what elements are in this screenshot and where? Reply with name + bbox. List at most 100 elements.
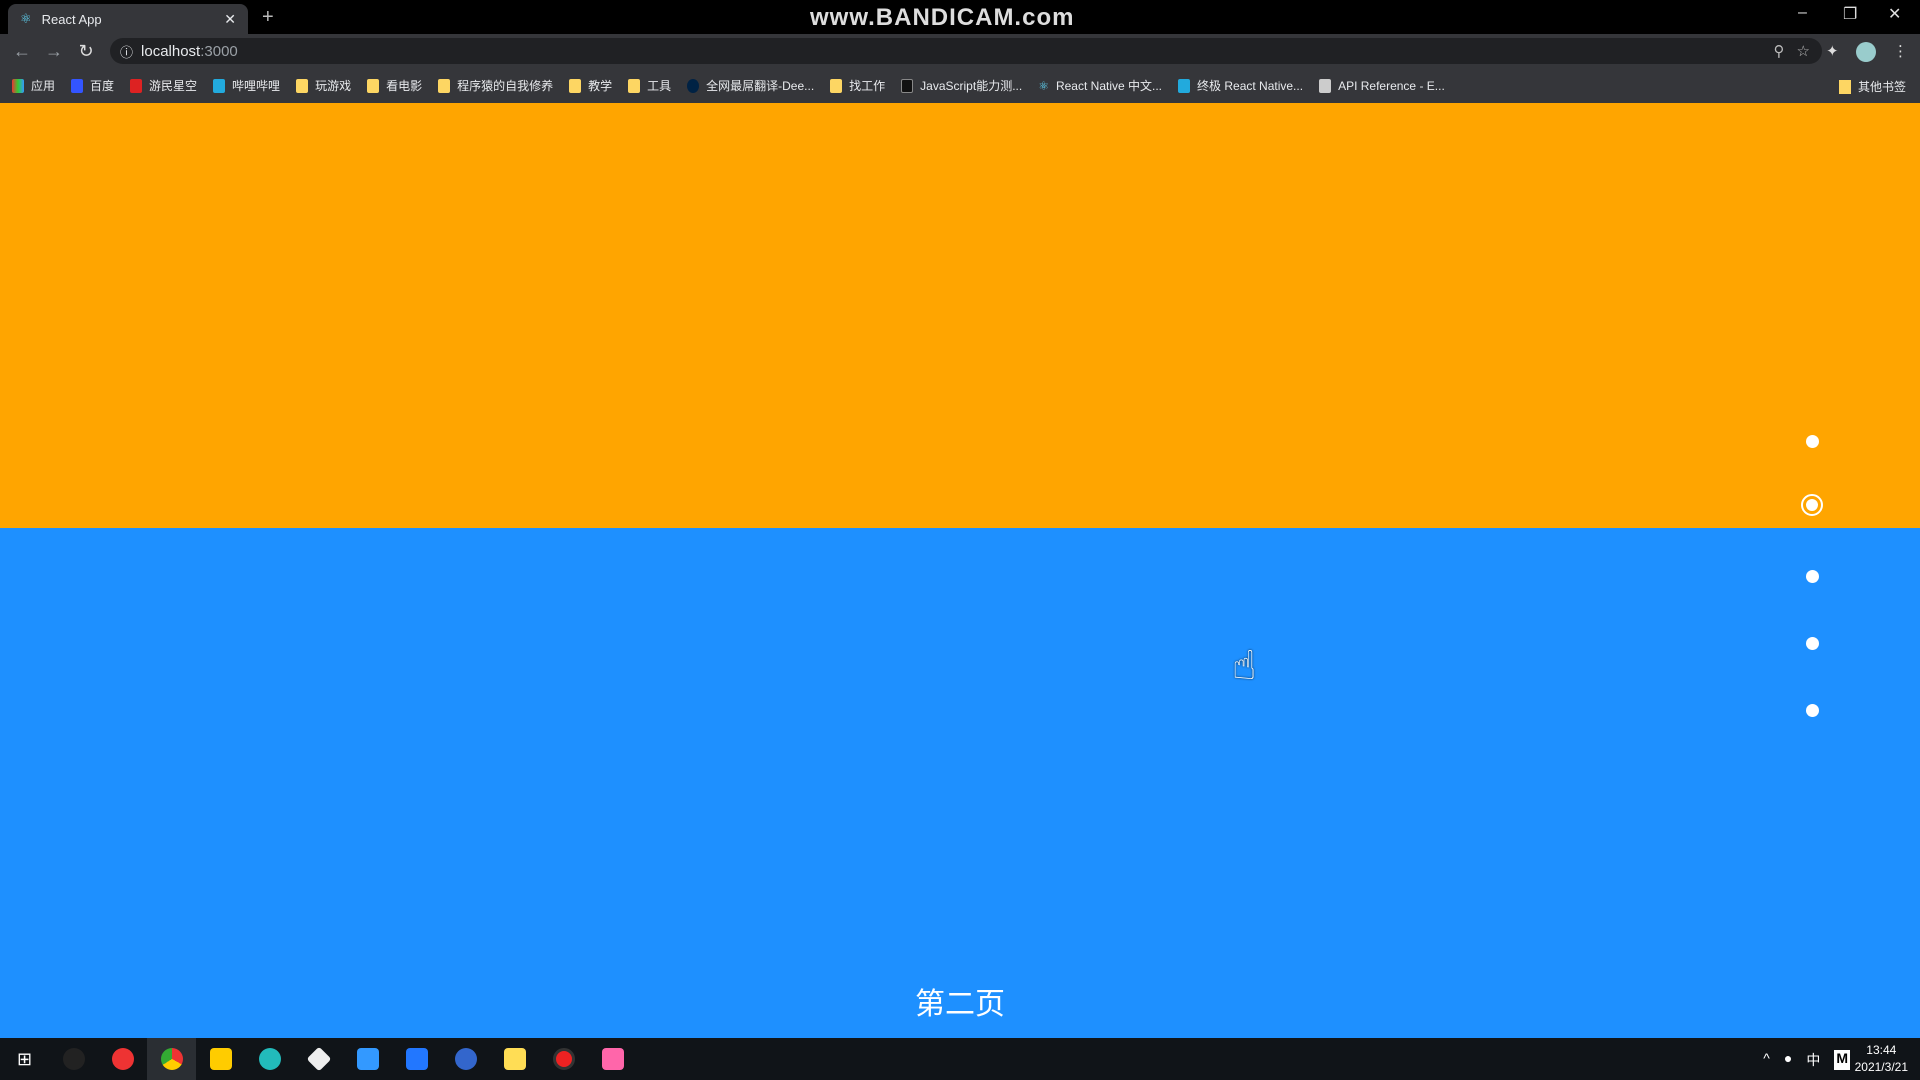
bookmark-item[interactable]: ⚛ React Native 中文... [1038, 77, 1162, 94]
app-icon[interactable] [441, 1038, 490, 1080]
bookmark-item[interactable]: JavaScript能力测... [901, 77, 1022, 94]
folder-icon [438, 78, 451, 93]
m-icon[interactable]: M [1834, 1050, 1850, 1070]
folder-icon [296, 78, 309, 93]
forward-icon[interactable]: → [38, 41, 70, 62]
page-dot-2-active[interactable] [1801, 494, 1823, 516]
gamersky-icon [130, 78, 143, 93]
close-tab-icon[interactable]: ✕ [224, 11, 236, 28]
bookmark-label: 看电影 [386, 79, 423, 93]
file-explorer-icon[interactable] [490, 1038, 539, 1080]
bandicam-icon[interactable] [539, 1038, 588, 1080]
new-tab-button[interactable]: + [262, 6, 274, 29]
reload-icon[interactable]: ↻ [70, 41, 102, 62]
folder-icon [628, 78, 641, 93]
bookmark-folder[interactable]: 看电影 [367, 77, 422, 94]
bookmark-item[interactable]: API Reference - E... [1319, 78, 1445, 93]
date: 2021/3/21 [1854, 1060, 1908, 1074]
app-icon[interactable] [343, 1038, 392, 1080]
bookmark-label: 其他书签 [1857, 80, 1906, 94]
bookmark-label: 应用 [31, 79, 56, 93]
bookmark-folder[interactable]: 玩游戏 [296, 77, 351, 94]
tab-react-app[interactable]: ⚛ React App ✕ [8, 4, 248, 34]
clock[interactable]: 13:44 2021/3/21 [1855, 1042, 1908, 1076]
page-dot-4[interactable] [1806, 637, 1819, 650]
url-port: :3000 [200, 42, 238, 60]
bookmark-label: 终极 React Native... [1197, 79, 1304, 93]
watermark: www.BANDICAM.com [810, 4, 1075, 31]
browser-toolbar: ← → ↻ ⓘ localhost:3000 ⚲ ☆ ✦ ⋮ [0, 34, 1920, 68]
bookmark-label: 全网最屌翻译-Dee... [706, 79, 815, 93]
bookmark-label: API Reference - E... [1338, 78, 1445, 93]
page-dot-3[interactable] [1806, 570, 1819, 583]
input-method[interactable]: 中 [1806, 1050, 1820, 1070]
star-icon[interactable]: ☆ [1797, 42, 1810, 60]
bookmark-label: 找工作 [849, 79, 886, 93]
page-dot-5[interactable] [1806, 704, 1819, 717]
url-host: localhost [141, 42, 201, 60]
minimize-button[interactable]: – [1798, 4, 1807, 22]
app-icon[interactable] [245, 1038, 294, 1080]
zoom-icon[interactable]: ⚲ [1774, 42, 1785, 60]
bookmark-folder[interactable]: 教学 [569, 77, 612, 94]
bookmark-apps[interactable]: 应用 [12, 77, 55, 94]
bookmark-folder[interactable]: 工具 [628, 77, 671, 94]
tab-strip: ⚛ React App ✕ + www.BANDICAM.com – ❐ ✕ [0, 0, 1920, 34]
netease-music-icon[interactable] [98, 1038, 147, 1080]
qq-tray-icon[interactable]: ● [1784, 1050, 1792, 1070]
time: 13:44 [1866, 1043, 1897, 1057]
bilibili-icon [213, 78, 226, 93]
chrome-icon[interactable] [147, 1038, 196, 1080]
react-icon: ⚛ [20, 11, 32, 26]
bookmark-label: React Native 中文... [1055, 79, 1163, 93]
bookmark-folder[interactable]: 找工作 [830, 77, 885, 94]
bookmark-label: 教学 [588, 79, 613, 93]
folder-icon [569, 78, 582, 93]
other-bookmarks[interactable]: 其他书签 [1838, 78, 1906, 95]
taskbar: ⊞ ^ ● 中 M 13:44 2021/3/21 [0, 1038, 1920, 1080]
qq-icon[interactable] [49, 1038, 98, 1080]
hand-cursor-icon: ☝ [1232, 644, 1257, 688]
bookmark-item[interactable]: 游民星空 [130, 77, 197, 94]
address-bar[interactable]: ⓘ localhost:3000 ⚲ ☆ [110, 38, 1822, 64]
bilibili-icon[interactable] [588, 1038, 637, 1080]
bookmark-item[interactable]: 哔哩哔哩 [213, 77, 280, 94]
app-icon[interactable] [294, 1038, 343, 1080]
react-icon: ⚛ [1038, 78, 1049, 93]
bookmark-item[interactable]: 终极 React Native... [1178, 77, 1303, 94]
bookmark-label: 工具 [647, 79, 672, 93]
close-window-button[interactable]: ✕ [1888, 4, 1901, 24]
bookmark-folder[interactable]: 程序猿的自我修养 [438, 77, 553, 94]
folder-icon [830, 78, 843, 93]
bookmark-item[interactable]: 百度 [71, 77, 114, 94]
bookmark-label: 百度 [90, 79, 115, 93]
section-title: 第二页 [915, 988, 1005, 1021]
bookmark-label: 游民星空 [149, 79, 198, 93]
avatar[interactable] [1856, 42, 1876, 62]
page-dot-1[interactable] [1806, 435, 1819, 448]
bilibili-icon [1178, 78, 1191, 93]
deepl-icon [687, 78, 700, 93]
section-1 [0, 103, 1920, 528]
menu-icon[interactable]: ⋮ [1893, 42, 1908, 60]
folder-icon [367, 78, 380, 93]
back-icon[interactable]: ← [6, 41, 38, 62]
tab-title: React App [41, 11, 102, 27]
restore-button[interactable]: ❐ [1843, 4, 1857, 24]
info-icon: ⓘ [120, 44, 134, 60]
system-tray: ^ ● 中 M [1763, 1050, 1850, 1070]
start-button[interactable]: ⊞ [0, 1038, 49, 1080]
api-icon [1319, 78, 1332, 93]
bookmark-item[interactable]: 全网最屌翻译-Dee... [687, 77, 814, 94]
bookmark-label: 程序猿的自我修养 [457, 79, 554, 93]
bookmark-label: 玩游戏 [315, 79, 352, 93]
section-2: 第二页 [0, 528, 1920, 1038]
folder-icon [1838, 79, 1851, 94]
fullpage-container: 第二页 ☝ [0, 103, 1920, 1038]
bookmark-label: 哔哩哔哩 [232, 79, 281, 93]
apps-icon [12, 78, 24, 93]
chevron-up-icon[interactable]: ^ [1763, 1050, 1770, 1070]
extensions-icon[interactable]: ✦ [1826, 42, 1839, 60]
vscode-icon[interactable] [392, 1038, 441, 1080]
potplayer-icon[interactable] [196, 1038, 245, 1080]
